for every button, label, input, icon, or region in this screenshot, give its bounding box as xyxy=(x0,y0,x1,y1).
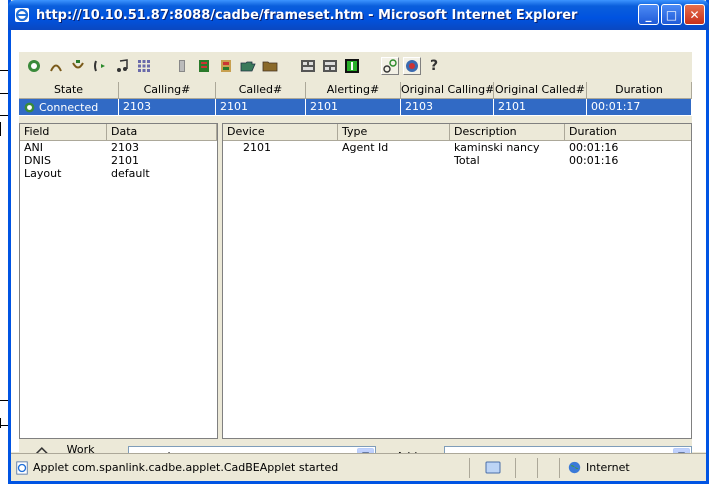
data-field: ANI xyxy=(24,141,43,154)
column-header-original-calling[interactable]: Original Calling# xyxy=(401,82,494,98)
status-section xyxy=(469,457,515,478)
login-icon[interactable] xyxy=(47,57,65,75)
device-type: Agent Id xyxy=(342,141,389,154)
column-header-data[interactable]: Data xyxy=(107,124,217,140)
column-header-alerting[interactable]: Alerting# xyxy=(306,82,401,98)
data-row[interactable]: DNIS 2101 xyxy=(20,154,217,167)
call-original-calling: 2103 xyxy=(401,99,494,115)
status-section xyxy=(537,457,559,478)
call-original-called: 2101 xyxy=(494,99,587,115)
column-header-description[interactable]: Description xyxy=(450,124,565,140)
music-hold-icon[interactable] xyxy=(113,57,131,75)
status-section xyxy=(515,457,537,478)
data-value: default xyxy=(111,167,150,180)
device-row[interactable]: 2101 Agent Id kaminski nancy 00:01:16 xyxy=(223,141,691,154)
column-header-device-duration[interactable]: Duration xyxy=(565,124,691,140)
device-header-row: Device Type Description Duration xyxy=(223,124,691,141)
keypad-icon[interactable] xyxy=(135,57,153,75)
status-bar: Applet com.spanlink.cadbe.applet.CadBEAp… xyxy=(11,453,706,481)
data-value: 2103 xyxy=(111,141,139,154)
browser-window: http://10.10.51.87:8088/cadbe/frameset.h… xyxy=(8,0,709,484)
data-row[interactable]: Layout default xyxy=(20,167,217,180)
column-header-calling[interactable]: Calling# xyxy=(119,82,216,98)
folder-open-icon[interactable] xyxy=(239,57,257,75)
ready-icon[interactable] xyxy=(91,57,109,75)
data-header-row: Field Data xyxy=(20,124,217,141)
calls-header-row: State Calling# Called# Alerting# Origina… xyxy=(19,82,692,99)
connected-icon xyxy=(24,102,35,112)
monitor-alt-icon[interactable] xyxy=(321,57,339,75)
call-state: Connected xyxy=(39,100,99,114)
device-id: 2101 xyxy=(243,141,271,154)
call-duration: 00:01:17 xyxy=(587,99,692,115)
agent-state-icon[interactable] xyxy=(25,57,43,75)
cisco-icon[interactable] xyxy=(403,57,421,75)
config-icon[interactable] xyxy=(381,57,399,75)
monitor-icon xyxy=(485,461,500,473)
device-duration: 00:01:16 xyxy=(569,141,619,154)
callout-line xyxy=(0,122,1,136)
enterprise-data-grid: Field Data ANI 2103 DNIS 2101 Layout def… xyxy=(19,123,218,439)
call-row[interactable]: Connected 2103 2101 2101 2103 2101 00:01… xyxy=(19,99,692,115)
column-header-type[interactable]: Type xyxy=(338,124,450,140)
column-header-field[interactable]: Field xyxy=(20,124,107,140)
green-status-icon[interactable] xyxy=(343,57,361,75)
device-type xyxy=(338,154,450,167)
title-bar[interactable]: http://10.10.51.87:8088/cadbe/frameset.h… xyxy=(8,0,709,30)
window-title: http://10.10.51.87:8088/cadbe/frameset.h… xyxy=(36,7,578,23)
agent-toolbar: ? xyxy=(19,52,692,80)
column-header-device[interactable]: Device xyxy=(223,124,338,140)
device-duration: 00:01:16 xyxy=(569,154,619,167)
column-header-called[interactable]: Called# xyxy=(216,82,306,98)
zone-section: Internet xyxy=(559,457,706,478)
skill-icon[interactable] xyxy=(217,57,235,75)
zone-name: Internet xyxy=(586,461,630,474)
device-id xyxy=(223,154,338,167)
help-icon[interactable]: ? xyxy=(425,57,443,75)
column-header-original-called[interactable]: Original Called# xyxy=(494,82,587,98)
calls-grid: State Calling# Called# Alerting# Origina… xyxy=(19,82,692,116)
device-row[interactable]: Total 00:01:16 xyxy=(223,154,691,167)
data-field: DNIS xyxy=(24,154,51,167)
call-state-cell: Connected xyxy=(19,99,119,115)
page-content: ? State Calling# Called# Alerting# Origi… xyxy=(11,30,706,472)
page-icon xyxy=(16,460,28,475)
device-description: Total xyxy=(454,154,480,167)
minimize-button[interactable]: _ xyxy=(638,4,659,25)
call-alerting: 2101 xyxy=(306,99,401,115)
data-field: Layout xyxy=(24,167,62,180)
status-message: Applet com.spanlink.cadbe.applet.CadBEAp… xyxy=(33,461,339,474)
internet-explorer-icon xyxy=(15,8,29,22)
device-description: kaminski nancy xyxy=(454,141,540,154)
close-button[interactable]: ✕ xyxy=(684,4,705,25)
stats-icon[interactable] xyxy=(195,57,213,75)
desktop-applet: ? State Calling# Called# Alerting# Origi… xyxy=(19,52,693,472)
callout-line xyxy=(0,418,1,428)
logout-icon[interactable] xyxy=(69,57,87,75)
monitor-icon[interactable] xyxy=(299,57,317,75)
device-grid: Device Type Description Duration 2101 Ag… xyxy=(222,123,692,439)
folder-icon[interactable] xyxy=(261,57,279,75)
queue-icon[interactable] xyxy=(173,57,191,75)
call-called: 2101 xyxy=(216,99,306,115)
column-header-duration[interactable]: Duration xyxy=(587,82,692,98)
maximize-button[interactable]: □ xyxy=(661,4,682,25)
column-header-state[interactable]: State xyxy=(19,82,119,98)
data-row[interactable]: ANI 2103 xyxy=(20,141,217,154)
call-calling: 2103 xyxy=(119,99,216,115)
data-value: 2101 xyxy=(111,154,139,167)
globe-icon xyxy=(568,461,581,474)
